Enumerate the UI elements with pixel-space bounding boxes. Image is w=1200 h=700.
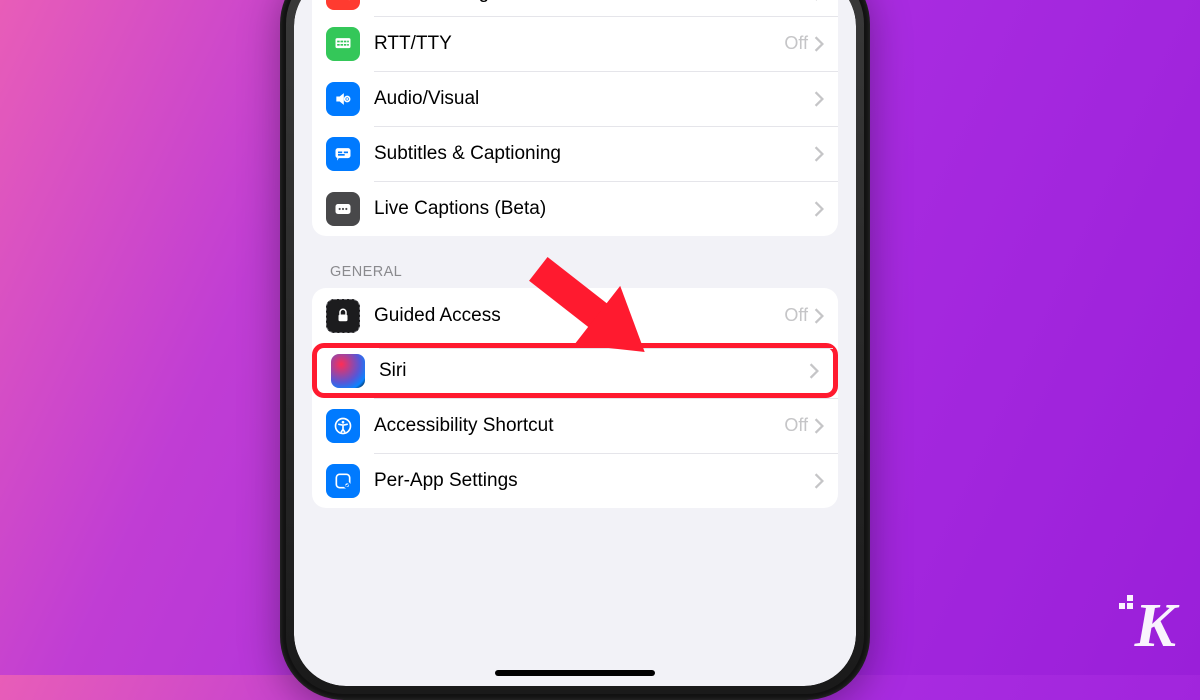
settings-screen: Sound Recognition Off RTT/TTY Off (294, 0, 856, 686)
chevron-right-icon (814, 91, 824, 107)
subtitles-icon (326, 137, 360, 171)
section-hearing: Sound Recognition Off RTT/TTY Off (312, 0, 838, 236)
chevron-right-icon (814, 0, 824, 1)
live-captions-icon (326, 192, 360, 226)
chevron-right-icon (814, 36, 824, 52)
chevron-right-icon (814, 146, 824, 162)
row-siri[interactable]: Siri (312, 343, 838, 398)
chevron-right-icon (814, 473, 824, 489)
guided-access-icon (326, 299, 360, 333)
row-label: RTT/TTY (374, 33, 784, 55)
watermark-letter: K (1135, 592, 1174, 660)
row-sound-recognition[interactable]: Sound Recognition Off (312, 0, 838, 16)
row-live-captions[interactable]: Live Captions (Beta) (312, 181, 838, 236)
row-value: Off (784, 0, 808, 4)
chevron-right-icon (814, 201, 824, 217)
row-accessibility-shortcut[interactable]: Accessibility Shortcut Off (312, 398, 838, 453)
row-label: Per-App Settings (374, 470, 814, 492)
row-label: Guided Access (374, 305, 784, 327)
row-label: Sound Recognition (374, 0, 784, 4)
accessibility-shortcut-icon (326, 409, 360, 443)
row-value: Off (784, 305, 808, 326)
row-value: Off (784, 415, 808, 436)
row-guided-access[interactable]: Guided Access Off (312, 288, 838, 343)
row-label: Subtitles & Captioning (374, 143, 814, 165)
watermark-dots-icon (1119, 595, 1137, 613)
section-general: Guided Access Off Siri Accessibility Sho… (312, 288, 838, 508)
site-watermark: K (1135, 595, 1174, 657)
siri-icon (331, 354, 365, 388)
row-audio-visual[interactable]: Audio/Visual (312, 71, 838, 126)
rtt-tty-icon (326, 27, 360, 61)
chevron-right-icon (814, 308, 824, 324)
row-label: Live Captions (Beta) (374, 198, 814, 220)
row-subtitles-captioning[interactable]: Subtitles & Captioning (312, 126, 838, 181)
row-per-app-settings[interactable]: Per-App Settings (312, 453, 838, 508)
chevron-right-icon (814, 418, 824, 434)
sound-recognition-icon (326, 0, 360, 10)
audio-visual-icon (326, 82, 360, 116)
row-label: Siri (379, 360, 809, 382)
row-label: Audio/Visual (374, 88, 814, 110)
row-rtt-tty[interactable]: RTT/TTY Off (312, 16, 838, 71)
row-label: Accessibility Shortcut (374, 415, 784, 437)
phone-mock: Sound Recognition Off RTT/TTY Off (280, 0, 870, 700)
chevron-right-icon (809, 363, 819, 379)
home-indicator[interactable] (495, 670, 655, 676)
per-app-settings-icon (326, 464, 360, 498)
row-value: Off (784, 33, 808, 54)
section-header-general: General (330, 264, 820, 280)
